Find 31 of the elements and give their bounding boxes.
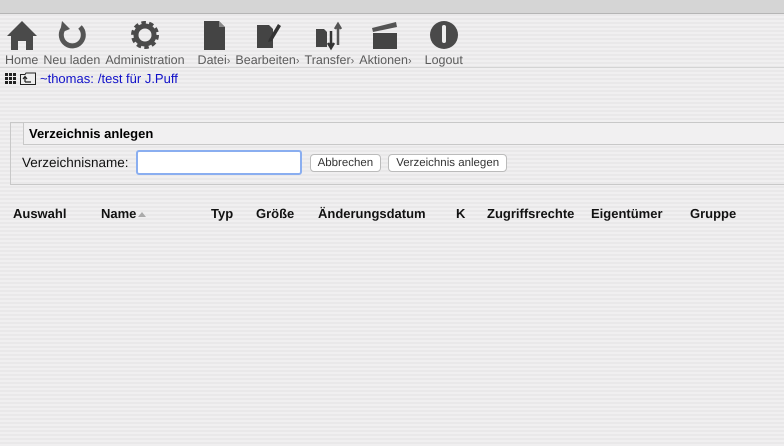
column-header[interactable]: Gruppe <box>690 206 736 221</box>
column-header[interactable]: Änderungsdatum <box>318 206 426 221</box>
column-header[interactable]: Zugriffsrechte <box>487 206 574 221</box>
toolbar-button[interactable]: Transfer› <box>302 19 356 67</box>
form-button[interactable]: Abbrechen <box>310 154 382 172</box>
directory-name-field[interactable] <box>136 150 302 175</box>
path-link[interactable]: /test für J.Puff <box>98 71 178 86</box>
column-header[interactable]: Größe <box>256 206 294 221</box>
toolbar-button[interactable]: Administration <box>103 19 187 67</box>
column-header[interactable]: K <box>456 206 466 221</box>
column-header[interactable]: Auswahl <box>13 206 66 221</box>
column-header[interactable]: Typ <box>211 206 234 221</box>
home-link[interactable]: ~thomas <box>40 71 90 86</box>
column-header[interactable]: Eigentümer <box>591 206 663 221</box>
form-button[interactable]: Verzeichnis anlegen <box>388 154 508 172</box>
toolbar-button[interactable]: Home <box>3 19 40 67</box>
toolbar-button[interactable]: Datei› <box>196 19 232 67</box>
sort-ascending-icon <box>138 210 146 216</box>
grid-icon[interactable] <box>5 73 16 84</box>
column-header[interactable]: Name <box>101 206 136 221</box>
toolbar-button[interactable]: Bearbeiten› <box>233 19 302 67</box>
power-icon <box>428 19 460 51</box>
panel-title: Verzeichnis anlegen <box>23 122 784 145</box>
up-folder-icon[interactable] <box>20 72 36 85</box>
field-label: Verzeichnisname: <box>22 155 129 170</box>
path-separator: : <box>90 71 94 86</box>
toolbar-button[interactable]: Neu laden <box>41 19 102 67</box>
toolbar-button[interactable]: Logout <box>422 19 465 67</box>
settings-icon <box>128 19 161 51</box>
home-icon <box>6 19 38 51</box>
toolbar-button[interactable]: Aktionen› <box>357 19 414 67</box>
